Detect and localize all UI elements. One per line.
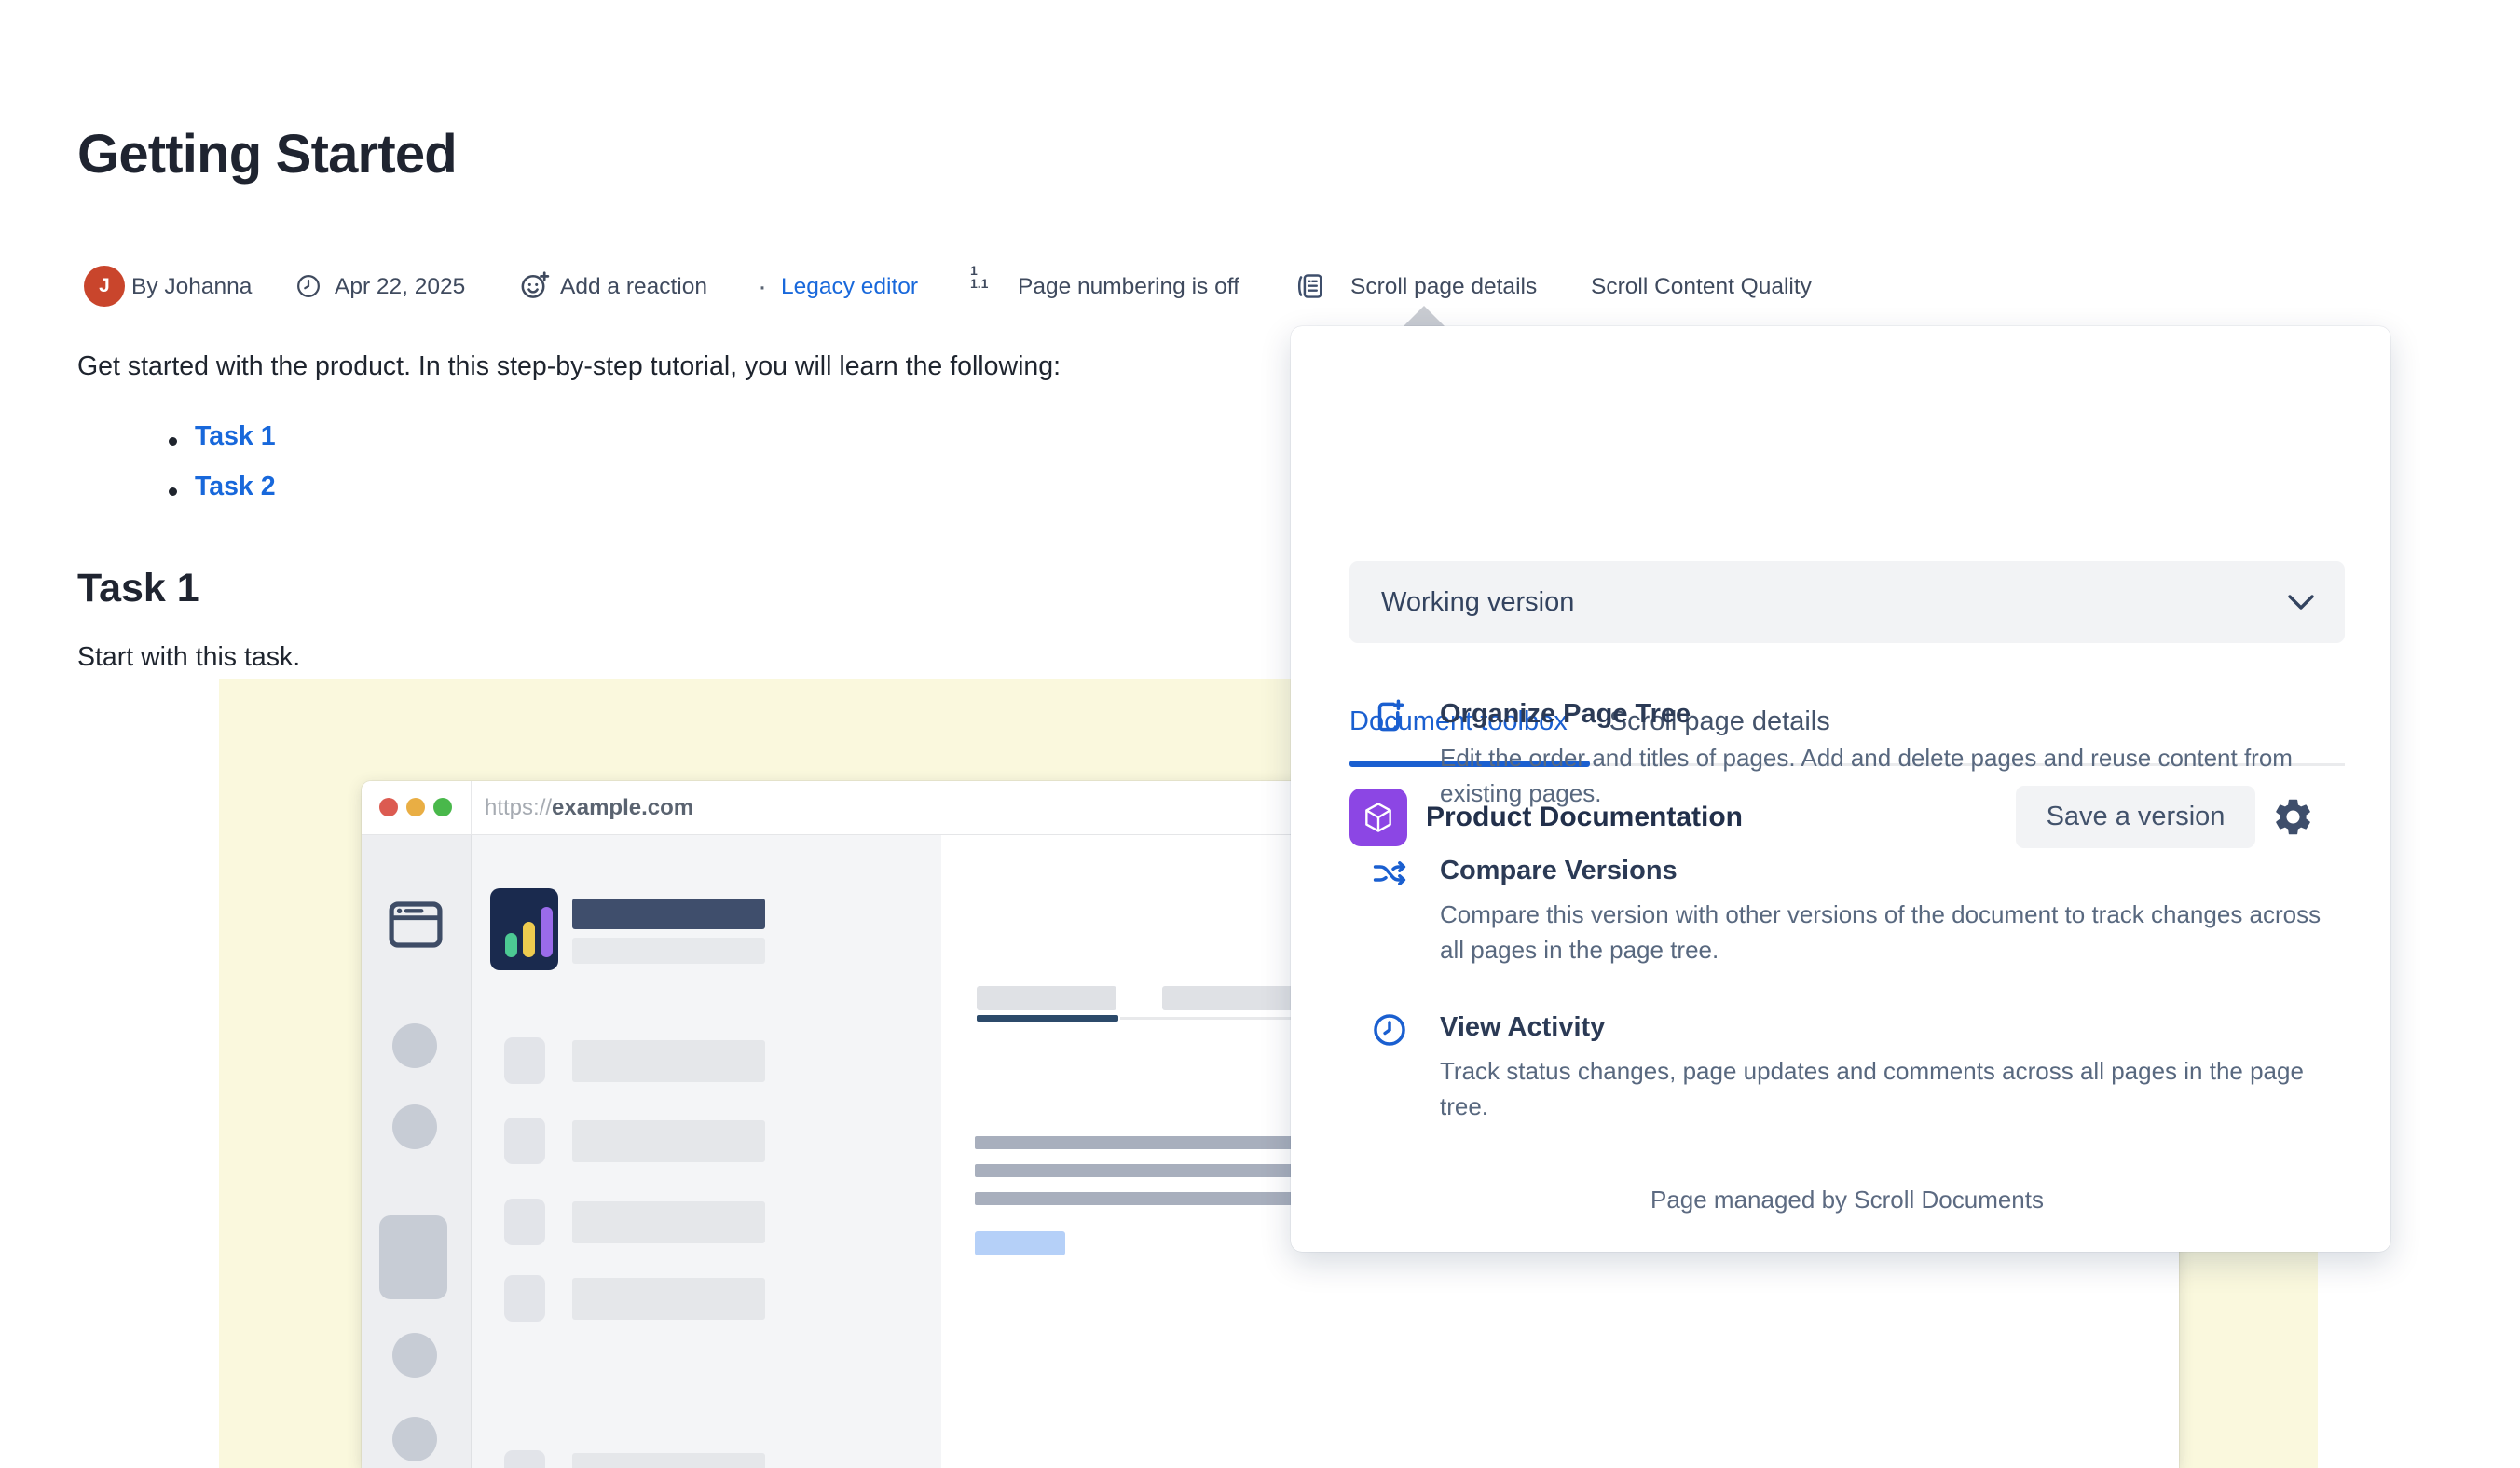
mock-row-bar [572,1278,765,1320]
byline-author: By Johanna [131,274,252,300]
view-activity-icon [1370,1010,1409,1050]
traffic-light-red-icon [379,798,398,816]
avatar-initial: J [99,275,110,297]
traffic-lights [379,798,452,816]
version-select[interactable]: Working version [1349,561,2345,643]
mock-row-bar [572,1453,765,1468]
organize-page-tree-title: Organize Page Tree [1440,699,1691,730]
mock-row-thumb [504,1037,545,1084]
mock-row-bar [572,1201,765,1243]
mock-app-logo [490,888,558,970]
add-reaction-icon [519,269,551,301]
mock-tab-bar [977,986,1116,1010]
page-numbering-icon: 1 1.1 [970,264,988,290]
organize-page-tree-description: Edit the order and titles of pages. Add … [1440,740,2335,811]
mock-blue-button [975,1231,1065,1255]
mock-url: https://example.com [485,795,693,821]
bullet-icon [169,487,177,496]
mock-row-thumb [504,1275,545,1322]
popup-caret-icon [1402,306,1446,328]
task-2-link[interactable]: Task 2 [195,472,276,502]
mock-url-scheme: https:// [485,795,552,820]
confluence-page: Getting Started J By Johanna Apr 22, 202… [0,0,2520,1468]
scroll-content-quality-button[interactable]: Scroll Content Quality [1591,274,1812,300]
topbar-divider [471,781,472,834]
legacy-editor-link[interactable]: Legacy editor [781,274,918,300]
mock-avatar-circle [392,1333,437,1378]
page-numbering-status[interactable]: Page numbering is off [1018,274,1239,300]
mock-row-thumb [504,1199,545,1245]
view-activity-description: Track status changes, page updates and c… [1440,1053,2335,1124]
compare-versions-description: Compare this version with other versions… [1440,897,2335,967]
mock-selected-item [379,1215,447,1299]
mock-active-tab-underline [977,1015,1118,1022]
mock-subtitle-bar [572,938,765,964]
chevron-down-icon [2287,594,2315,611]
section-heading: Task 1 [77,566,199,611]
product-documentation-icon [1349,789,1407,846]
intro-paragraph: Get started with the product. In this st… [77,351,1061,382]
view-activity-title: View Activity [1440,1012,1605,1043]
clock-icon [295,273,322,299]
compare-versions-title: Compare Versions [1440,856,1678,886]
mock-row-thumb [504,1118,545,1164]
bullet-icon [169,437,177,446]
popup-footer: Page managed by Scroll Documents [1349,1186,2345,1214]
byline-date: Apr 22, 2025 [335,274,465,300]
add-reaction-label: Add a reaction [560,274,707,300]
mock-title-bar [572,899,765,929]
task-1-link[interactable]: Task 1 [195,421,276,452]
cube-icon [1361,800,1396,835]
traffic-light-yellow-icon [406,798,425,816]
organize-page-tree-icon [1370,697,1409,736]
version-select-value: Working version [1381,587,1574,618]
browser-window-icon [387,898,445,952]
mock-avatar-circle [392,1104,437,1149]
document-toolbox-popup: Document toolbox Scroll page details Pro… [1291,326,2390,1252]
mock-row-thumb [504,1450,545,1468]
mock-avatar-circle [392,1417,437,1461]
compare-versions-icon [1370,854,1409,893]
mock-row-bar [572,1040,765,1082]
mock-list-panel [472,835,942,1468]
mock-row-bar [572,1120,765,1162]
section-text: Start with this task. [77,642,300,673]
page-title: Getting Started [77,123,457,185]
mock-sidebar [362,835,472,1468]
mock-avatar-circle [392,1023,437,1068]
mock-url-host: example.com [552,795,693,820]
scroll-page-details-icon [1295,269,1326,303]
byline-separator: · [758,271,767,303]
scroll-page-details-button[interactable]: Scroll page details [1350,274,1537,300]
traffic-light-green-icon [433,798,452,816]
avatar[interactable]: J [84,266,125,307]
